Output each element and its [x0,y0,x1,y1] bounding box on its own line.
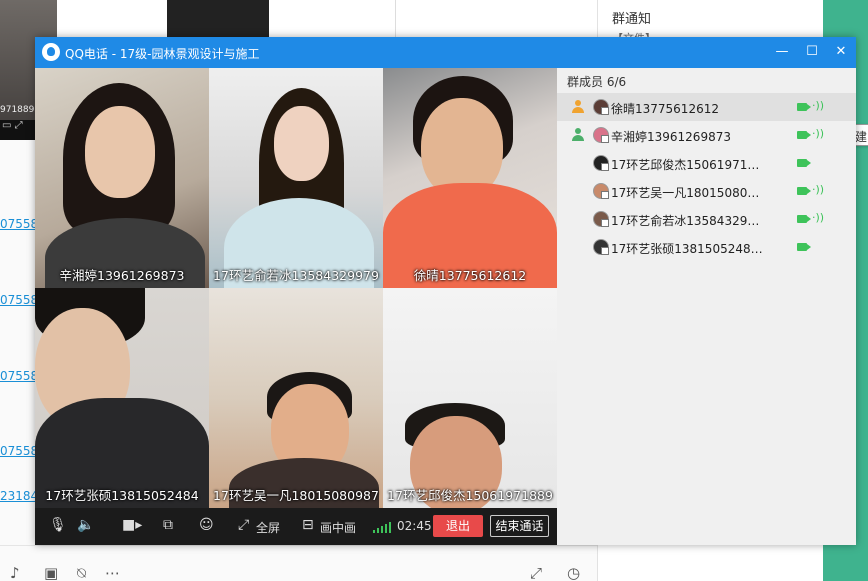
device-badge-icon [601,219,609,227]
member-row[interactable]: 17环艺邱俊杰15061971… [557,149,856,177]
device-badge-icon [601,191,609,199]
video-tile[interactable]: 徐晴13775612612 [383,68,557,288]
camera-on-icon [797,159,811,167]
group-notice-title: 群通知 [612,12,652,27]
video-tile[interactable]: 17环艺张硕13815052484 [35,288,209,508]
pip-label[interactable]: 画中画 [320,519,356,536]
member-row[interactable]: 徐晴13775612612 ·)) [557,93,856,121]
chat-link[interactable]: 07558 [0,369,38,383]
close-button[interactable]: ✕ [831,42,851,62]
member-row[interactable]: 17环艺张硕1381505248… [557,233,856,261]
effects-icon[interactable]: ☺ [199,517,214,533]
video-tile[interactable]: 辛湘婷13961269873 [35,68,209,288]
video-tile[interactable]: 17环艺吴一凡18015080987 [209,288,383,508]
music-icon[interactable]: ♪ [10,564,20,581]
member-count-title: 群成员 6/6 [567,75,627,89]
expand-icon[interactable]: ⤢ [530,564,542,581]
camera-on-icon [797,131,811,139]
minimize-button[interactable]: — [772,42,792,62]
tile-caption: 17环艺邱俊杰15061971889 [387,488,553,503]
tile-caption: 17环艺吴一凡18015080987 [213,488,379,503]
maximize-button[interactable]: ☐ [802,42,822,62]
call-timer: 02:45 [397,519,432,533]
chat-image[interactable] [167,0,269,40]
video-grid: 辛湘婷13961269873 17环艺俞若冰13584329979 徐晴1377… [35,68,557,508]
tile-caption: 徐晴13775612612 [413,268,527,283]
chat-link[interactable]: 07558 [0,293,38,307]
member-panel: 群成员 6/6 徐晴13775612612 ·)) 辛湘婷13961269873… [557,68,856,545]
camera-on-icon [797,103,811,111]
member-name: 17环艺张硕1381505248… [611,242,763,256]
speaking-icon: ·)) [812,99,825,112]
member-row[interactable]: 17环艺俞若冰13584329… ·)) [557,205,856,233]
speaking-icon: ·)) [812,211,825,224]
video-tile[interactable]: 17环艺邱俊杰15061971889 [383,288,557,508]
divider [395,0,396,40]
device-badge-icon [601,163,609,171]
camera-on-icon [797,187,811,195]
video-tile[interactable]: 17环艺俞若冰13584329979 [209,68,383,288]
speaking-icon: ·)) [812,183,825,196]
pip-icon[interactable]: ⊟ [302,517,314,533]
exit-button[interactable]: 退出 [433,515,483,537]
chat-link[interactable]: 07558 [0,217,38,231]
host-icon [571,100,585,114]
camera-icon[interactable]: ■▸ [122,517,142,533]
qq-logo-icon [42,43,60,61]
member-row[interactable]: 17环艺吴一凡18015080… ·)) [557,177,856,205]
mic-icon[interactable]: 🎙 [49,517,67,533]
camera-on-icon [797,215,811,223]
camera-on-icon [797,243,811,251]
call-toolbar: 🎙 🔈 ■▸ ⧉ ☺ ⤢ 全屏 ⊟ 画中画 02:45 退出 结束通话 [35,508,557,545]
fullscreen-label[interactable]: 全屏 [256,519,280,536]
device-badge-icon [601,247,609,255]
chat-link[interactable]: 07558 [0,444,38,458]
chat-link[interactable]: 23184 [0,489,38,503]
title-bar[interactable]: QQ电话 - 17级-园林景观设计与施工 — ☐ ✕ [35,37,856,68]
image-icon[interactable]: ▣ [44,564,58,581]
member-name: 17环艺邱俊杰15061971… [611,158,760,172]
thumbnail-caption: 971889 [0,105,35,115]
member-name: 17环艺俞若冰13584329… [611,214,760,228]
mute-bell-icon[interactable]: ⍉ [77,564,86,581]
end-call-button[interactable]: 结束通话 [490,515,549,537]
device-badge-icon [601,107,609,115]
fullscreen-icon[interactable]: ⤢ [238,517,249,533]
member-name: 辛湘婷13961269873 [611,130,731,144]
more-icon[interactable]: ⋯ [105,564,120,581]
share-screen-icon[interactable]: ⧉ [163,517,173,533]
member-name: 徐晴13775612612 [611,102,719,116]
member-name: 17环艺吴一凡18015080… [611,186,760,200]
signal-icon [373,521,391,533]
window-title: QQ电话 - 17级-园林景观设计与施工 [65,47,260,61]
clock-icon[interactable]: ◷ [567,564,580,581]
speaking-icon: ·)) [812,127,825,140]
tile-caption: 17环艺俞若冰13584329979 [213,268,379,283]
qq-call-window: QQ电话 - 17级-园林景观设计与施工 — ☐ ✕ 辛湘婷1396126987… [35,37,856,545]
member-row[interactable]: 辛湘婷13961269873 ·)) [557,121,856,149]
speaker-icon[interactable]: 🔈 [77,517,94,533]
host-icon [571,128,585,142]
chat-input-toolbar: ♪ ▣ ⍉ ⋯ ⤢ ◷ [0,545,597,581]
device-badge-icon [601,135,609,143]
tile-caption: 辛湘婷13961269873 [59,268,185,283]
tile-caption: 17环艺张硕13815052484 [45,488,199,503]
